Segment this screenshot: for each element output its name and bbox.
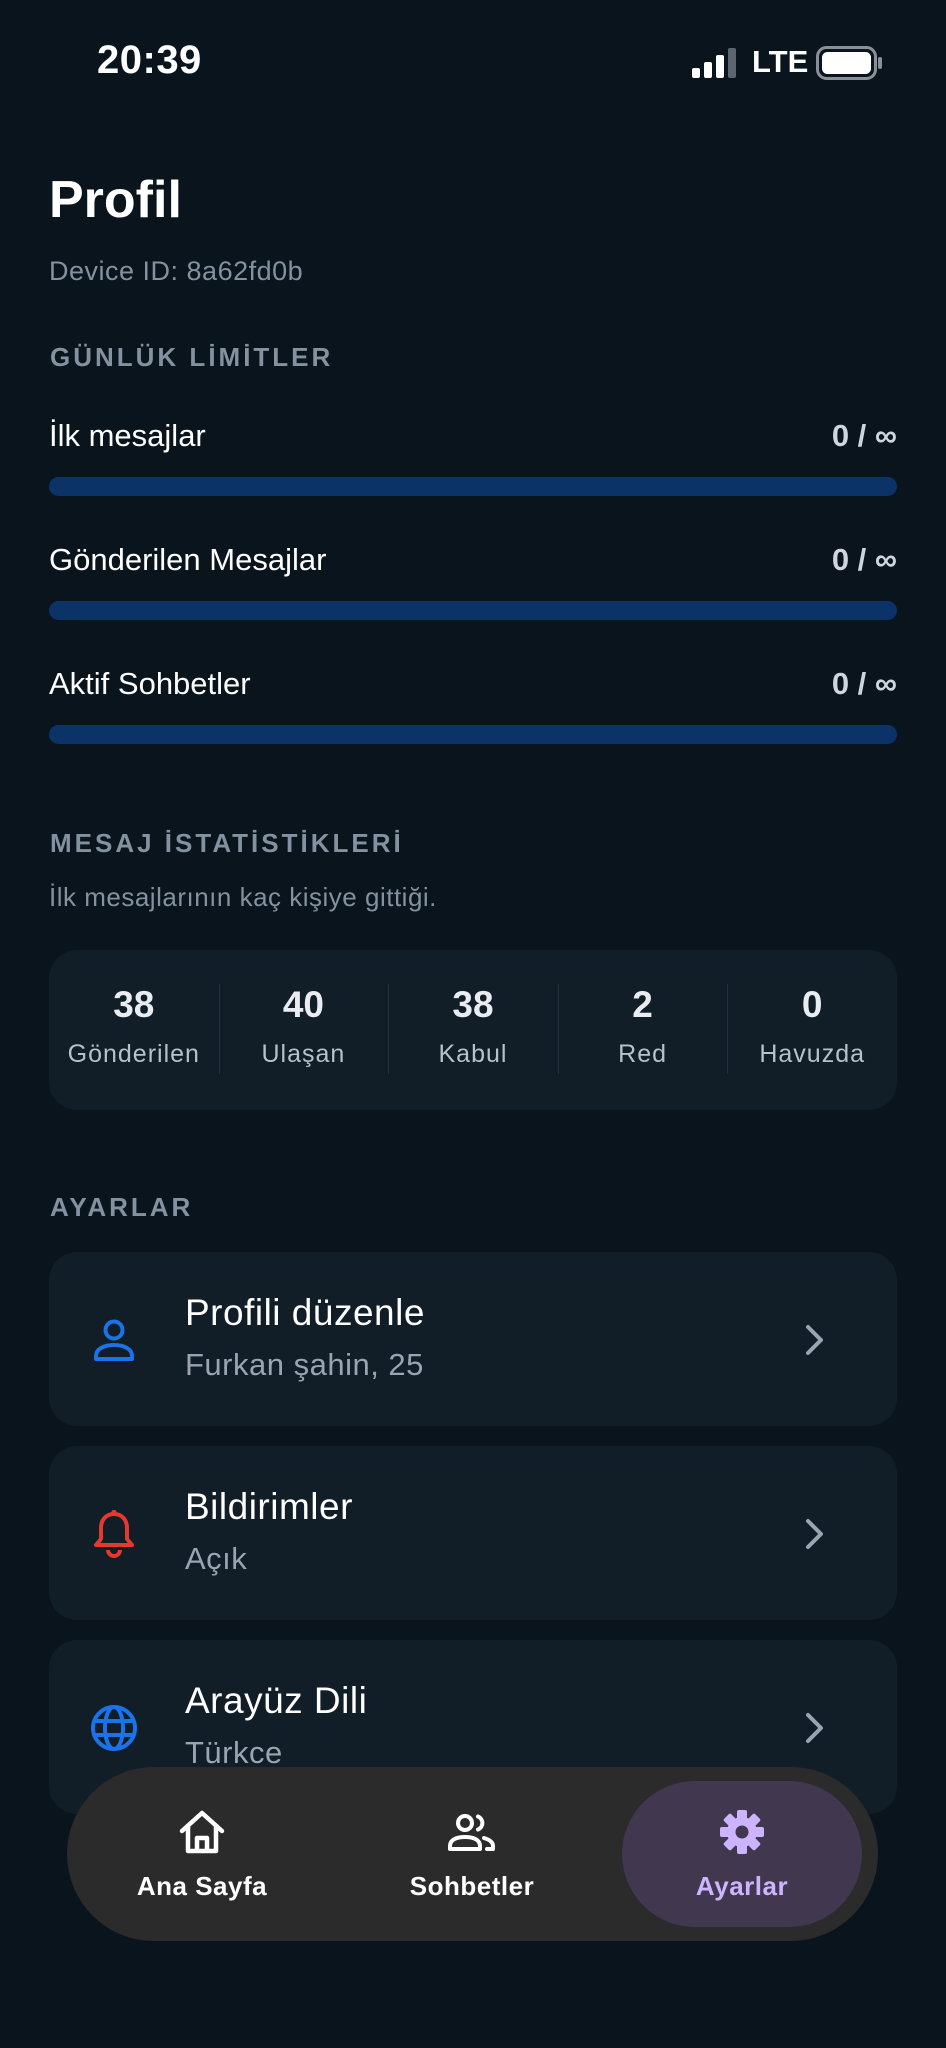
bottom-navigation: Ana Sayfa Sohbetler Ayarlar: [67, 1767, 878, 1941]
stat-value: 38: [113, 984, 155, 1025]
network-type: LTE: [752, 44, 809, 79]
limit-label: Gönderilen Mesajlar: [49, 542, 327, 577]
nav-home[interactable]: Ana Sayfa: [82, 1781, 322, 1927]
stat-label: Ulaşan: [261, 1040, 346, 1068]
person-icon: [94, 1319, 134, 1361]
setting-title: Profili düzenle: [185, 1292, 425, 1333]
chevron-right-icon: [806, 1519, 823, 1549]
stat-value: 38: [452, 984, 494, 1025]
settings-section-label: AYARLAR: [50, 1192, 194, 1222]
limit-value: 0 / ∞: [831, 542, 897, 577]
limits-section-label: GÜNLÜK LİMİTLER: [50, 342, 334, 372]
stat-value: 0: [801, 984, 823, 1025]
home-icon: [179, 1810, 225, 1854]
setting-title: Arayüz Dili: [185, 1680, 368, 1721]
battery-icon: [816, 46, 882, 80]
nav-chats[interactable]: Sohbetler: [352, 1781, 592, 1927]
stat-pool: 0 Havuzda: [727, 950, 897, 1110]
stats-card: 38 Gönderilen 40 Ulaşan 38 Kabul 2 Red 0…: [49, 950, 897, 1110]
nav-label: Ayarlar: [695, 1871, 789, 1901]
status-time: 20:39: [97, 38, 202, 82]
stat-delivered: 40 Ulaşan: [218, 950, 389, 1110]
stat-label: Red: [618, 1040, 668, 1068]
globe-icon: [91, 1705, 137, 1751]
stat-label: Havuzda: [759, 1040, 865, 1068]
status-bar: 20:39 LTE: [0, 0, 946, 120]
signal-icon: [692, 48, 736, 78]
setting-edit-profile[interactable]: Profili düzenle Furkan şahin, 25: [49, 1252, 897, 1426]
limit-label: İlk mesajlar: [49, 418, 206, 453]
limit-value: 0 / ∞: [831, 418, 897, 453]
stat-label: Kabul: [438, 1040, 508, 1068]
people-icon: [448, 1814, 495, 1851]
stats-subtitle: İlk mesajlarının kaç kişiye gittiği.: [49, 882, 437, 912]
gear-icon: [720, 1810, 764, 1854]
nav-label: Ana Sayfa: [136, 1871, 268, 1901]
setting-title: Bildirimler: [185, 1486, 353, 1527]
limit-progress-bar: [49, 477, 897, 496]
stat-label: Gönderilen: [67, 1040, 200, 1068]
limit-label: Aktif Sohbetler: [49, 666, 251, 701]
page-title: Profil: [49, 171, 182, 229]
stat-value: 40: [282, 984, 324, 1025]
setting-subtitle: Açık: [185, 1541, 248, 1576]
stat-value: 2: [632, 984, 653, 1025]
device-id: Device ID: 8a62fd0b: [49, 256, 304, 286]
limit-progress-bar: [49, 601, 897, 620]
nav-settings[interactable]: Ayarlar: [622, 1781, 862, 1927]
bell-icon: [94, 1510, 134, 1558]
chevron-right-icon: [806, 1325, 823, 1355]
setting-notifications[interactable]: Bildirimler Açık: [49, 1446, 897, 1620]
stat-accepted: 38 Kabul: [388, 950, 558, 1110]
stat-rejected: 2 Red: [557, 950, 728, 1110]
setting-subtitle: Furkan şahin, 25: [185, 1347, 424, 1382]
stats-section-label: MESAJ İSTATİSTİKLERİ: [50, 828, 404, 858]
chevron-right-icon: [806, 1713, 823, 1743]
stat-sent: 38 Gönderilen: [49, 950, 219, 1110]
limit-value: 0 / ∞: [831, 666, 897, 701]
limit-progress-bar: [49, 725, 897, 744]
nav-label: Sohbetler: [409, 1871, 535, 1901]
setting-subtitle: Türkce: [185, 1735, 283, 1770]
